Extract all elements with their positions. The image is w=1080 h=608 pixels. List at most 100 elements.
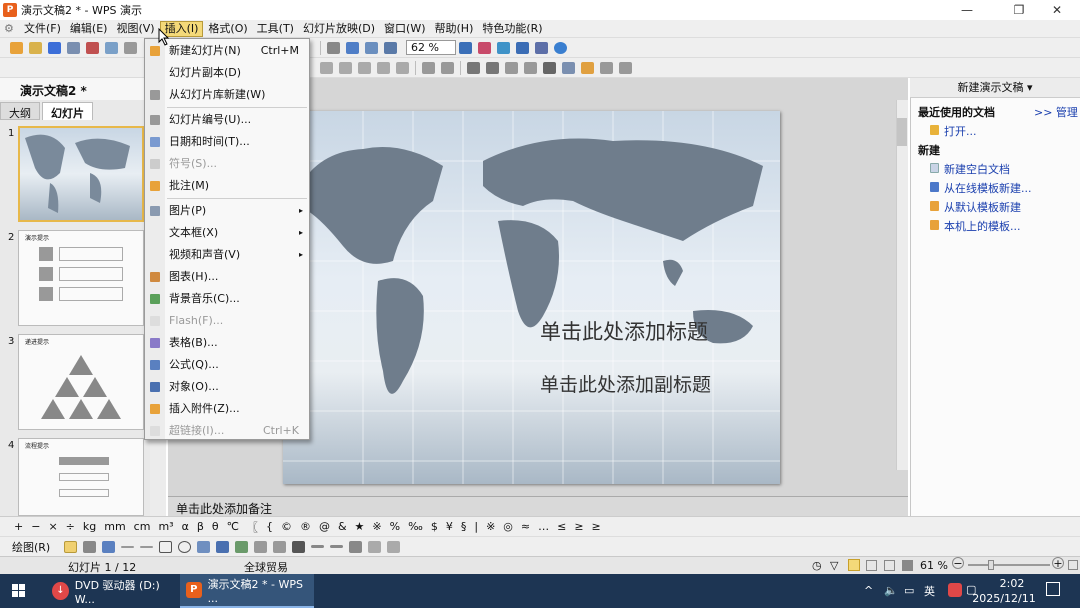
numbering-icon[interactable]: [441, 61, 454, 74]
symbol[interactable]: ※: [372, 520, 381, 533]
menu-window[interactable]: 窗口(W): [380, 21, 429, 37]
table-style-icon[interactable]: [619, 61, 632, 74]
tray-expand-icon[interactable]: ^: [864, 584, 873, 597]
symbol[interactable]: ®: [300, 520, 311, 533]
3d-icon[interactable]: [387, 540, 401, 553]
dash-style-icon[interactable]: [330, 545, 344, 548]
distribute-icon[interactable]: [396, 61, 409, 74]
default-template-link[interactable]: 从默认模板新建: [944, 199, 1021, 215]
menu-slideshow[interactable]: 幻灯片放映(D): [299, 21, 379, 37]
menu-view[interactable]: 视图(V): [112, 21, 158, 37]
menu-slide-library[interactable]: 从幻灯片库新建(W): [145, 84, 309, 106]
font-color-icon[interactable]: [543, 61, 556, 74]
windows-start-icon[interactable]: [12, 584, 26, 598]
symbol[interactable]: %: [390, 520, 400, 533]
symbol[interactable]: ÷: [66, 520, 75, 533]
line-color-icon[interactable]: [273, 540, 287, 553]
symbol[interactable]: ×: [48, 520, 57, 533]
taskbar-date[interactable]: 2025/12/11: [972, 592, 1036, 605]
align-center-icon[interactable]: [339, 61, 352, 74]
rotate-icon[interactable]: [83, 540, 97, 553]
symbol[interactable]: mm: [104, 520, 125, 533]
manage-link[interactable]: >> 管理: [1034, 104, 1078, 120]
save-icon[interactable]: [48, 41, 61, 54]
new-icon[interactable]: [10, 41, 23, 54]
slide-canvas[interactable]: 单击此处添加标题 单击此处添加副标题: [283, 111, 780, 484]
font-grow-icon[interactable]: [467, 61, 480, 74]
menu-chart[interactable]: 图表(H)...: [145, 266, 309, 288]
ime-language[interactable]: 英: [924, 583, 935, 599]
menu-file[interactable]: 文件(F): [20, 21, 65, 37]
menu-picture[interactable]: 图片(P) ▸: [145, 200, 309, 222]
fit-window-icon[interactable]: [1068, 560, 1078, 570]
zoom-slider-thumb[interactable]: [988, 560, 994, 570]
open-icon[interactable]: [29, 41, 42, 54]
outdent-icon[interactable]: [524, 61, 537, 74]
select-pointer-icon[interactable]: [64, 540, 78, 553]
symbol[interactable]: ¥: [446, 520, 453, 533]
menu-object[interactable]: 对象(O)...: [145, 376, 309, 398]
shadow-icon[interactable]: [368, 540, 382, 553]
symbol[interactable]: ℃: [227, 520, 239, 533]
symbol[interactable]: ※: [486, 520, 495, 533]
slide-thumbnail-4[interactable]: 流程提示: [18, 438, 144, 516]
preview-icon[interactable]: [105, 41, 118, 54]
line-icon[interactable]: [121, 545, 135, 548]
task-pane-header[interactable]: 新建演示文稿 ▾: [910, 78, 1080, 98]
symbol[interactable]: ≥: [574, 520, 583, 533]
rectangle-icon[interactable]: [159, 540, 173, 553]
symbol[interactable]: {: [266, 520, 273, 533]
menu-format[interactable]: 格式(O): [204, 21, 251, 37]
local-template-link[interactable]: 本机上的模板...: [944, 218, 1021, 234]
online-template-link[interactable]: 从在线模板新建...: [944, 180, 1032, 196]
fill-color-icon[interactable]: [254, 540, 268, 553]
slide-subtitle-placeholder[interactable]: 单击此处添加副标题: [540, 370, 711, 397]
textbox-icon[interactable]: [197, 540, 211, 553]
share-icon[interactable]: [535, 41, 548, 54]
arrow-icon[interactable]: [140, 545, 154, 548]
volume-icon[interactable]: 🔈: [884, 584, 898, 597]
print-icon[interactable]: [67, 41, 80, 54]
normal-view-icon[interactable]: [848, 559, 860, 571]
menu-help[interactable]: 帮助(H): [431, 21, 478, 37]
help-icon[interactable]: [554, 41, 567, 54]
symbol[interactable]: −: [31, 520, 40, 533]
line-style-icon[interactable]: [311, 545, 325, 548]
slide-thumbnail-3[interactable]: 递进提示: [18, 334, 144, 430]
symbol[interactable]: ©: [281, 520, 292, 533]
indent-icon[interactable]: [505, 61, 518, 74]
hyperlink-icon[interactable]: [516, 41, 529, 54]
menu-equation[interactable]: 公式(Q)...: [145, 354, 309, 376]
ellipse-icon[interactable]: [178, 540, 192, 553]
chart-icon[interactable]: [365, 41, 378, 54]
copy-icon[interactable]: [124, 41, 137, 54]
symbol[interactable]: 〖: [247, 519, 258, 535]
zoom-in-icon[interactable]: +: [1052, 557, 1064, 569]
layout-icon[interactable]: [581, 61, 594, 74]
slide-thumbnail-1[interactable]: [18, 126, 144, 222]
table-icon[interactable]: [346, 41, 359, 54]
menu-video-audio[interactable]: 视频和声音(V) ▸: [145, 244, 309, 266]
new-blank-link[interactable]: 新建空白文档: [944, 161, 1010, 177]
symbol[interactable]: $: [431, 520, 438, 533]
menu-flash[interactable]: Flash(F)...: [145, 310, 309, 332]
network-icon[interactable]: ▭: [904, 584, 914, 597]
editor-scrollbar[interactable]: [896, 100, 908, 470]
wordart-icon[interactable]: [216, 540, 230, 553]
zoom-out-icon[interactable]: −: [952, 557, 964, 569]
symbol[interactable]: |: [474, 520, 478, 533]
font-shrink-icon[interactable]: [486, 61, 499, 74]
wps-app-icon[interactable]: P: [3, 3, 17, 17]
menu-duplicate-slide[interactable]: 幻灯片副本(D): [145, 62, 309, 84]
background-icon[interactable]: [600, 61, 613, 74]
refresh-icon[interactable]: [497, 41, 510, 54]
menu-symbol[interactable]: 符号(S)...: [145, 153, 309, 175]
symbol[interactable]: ‰: [408, 520, 423, 533]
symbol[interactable]: ≤: [557, 520, 566, 533]
slide-thumbnail-2[interactable]: 演示提示: [18, 230, 144, 326]
symbol[interactable]: cm: [134, 520, 151, 533]
taskbar-wps[interactable]: P 演示文稿2 * - WPS ...: [180, 574, 314, 608]
grid-icon[interactable]: [384, 41, 397, 54]
font-color-draw-icon[interactable]: [292, 540, 306, 553]
autoshape-icon[interactable]: [102, 540, 116, 553]
